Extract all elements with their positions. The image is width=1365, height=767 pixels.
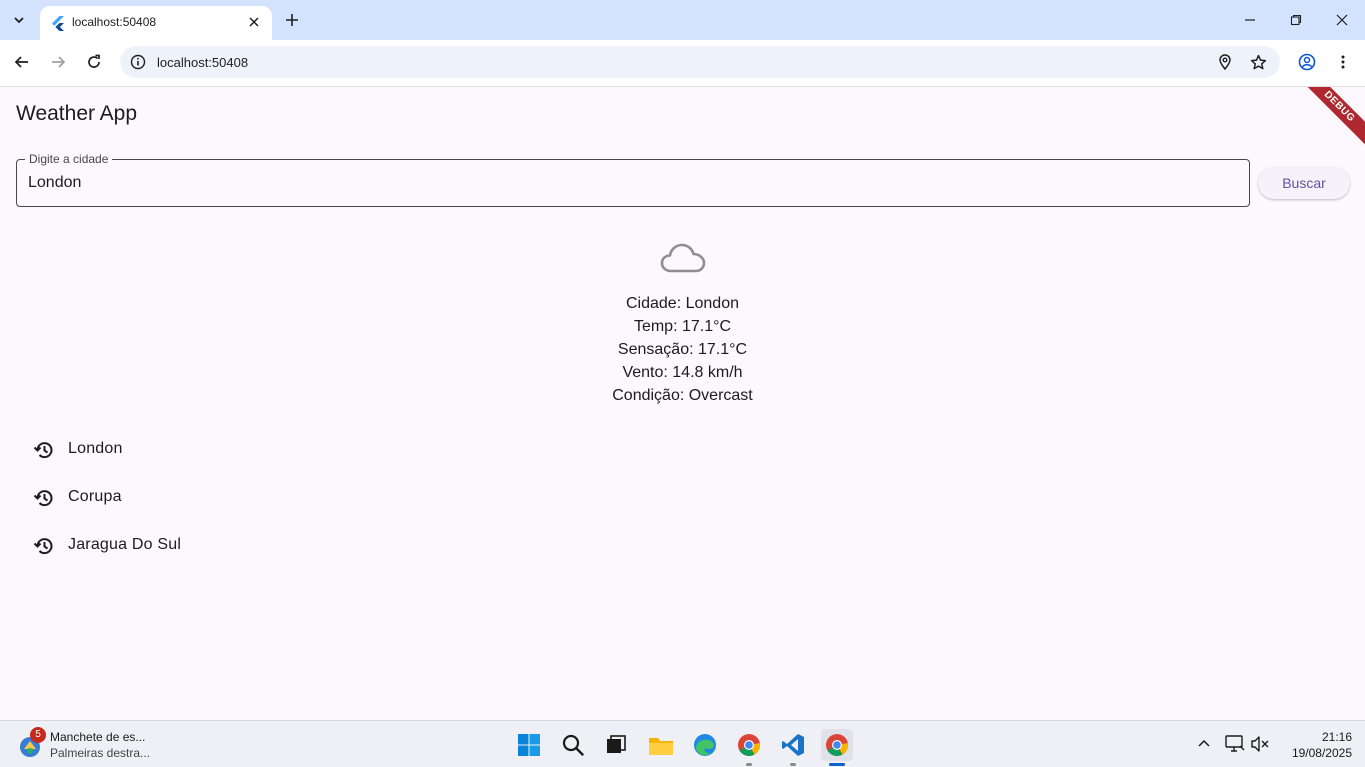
- edge-button[interactable]: [689, 729, 721, 761]
- plus-icon: [286, 14, 298, 26]
- weather-condition: Condição: Overcast: [612, 387, 753, 404]
- folder-icon: [649, 738, 673, 755]
- chrome-icon: [826, 734, 849, 756]
- search-history-list: London Corupa Jaragua Do Sul: [0, 425, 600, 569]
- city-field-label: Digite a cidade: [25, 152, 113, 166]
- minimize-icon: [1245, 19, 1255, 21]
- arrow-right-icon: [52, 56, 66, 68]
- back-button[interactable]: [8, 48, 36, 76]
- news-widget[interactable]: 5 Manchete de es... Palmeiras destra...: [16, 727, 166, 763]
- location-pin-icon: [1219, 54, 1231, 70]
- network-icon: [1225, 735, 1245, 752]
- history-icon: [33, 538, 53, 555]
- close-window-button[interactable]: [1319, 0, 1365, 40]
- weather-feels-like: Sensação: 17.1°C: [617, 341, 748, 358]
- network-button[interactable]: [1224, 733, 1246, 755]
- city-input[interactable]: [28, 172, 1228, 194]
- site-info-button[interactable]: [128, 52, 148, 72]
- vscode-button[interactable]: [777, 729, 809, 766]
- browser-tab-strip: localhost:50408: [0, 0, 1365, 40]
- browser-menu-button[interactable]: [1329, 48, 1357, 76]
- history-icon: [33, 442, 53, 459]
- forward-button[interactable]: [44, 48, 72, 76]
- history-item[interactable]: Corupa: [0, 473, 600, 521]
- weather-city: Cidade: London: [626, 295, 739, 312]
- arrow-left-icon: [14, 56, 28, 68]
- search-taskbar-button[interactable]: [557, 729, 589, 761]
- restore-icon: [1290, 14, 1302, 26]
- browser-tab[interactable]: localhost:50408: [40, 6, 272, 40]
- cloud-icon: [660, 243, 706, 273]
- running-indicator: [790, 763, 796, 766]
- bookmark-button[interactable]: [1248, 52, 1268, 72]
- task-view-icon: [607, 735, 626, 753]
- city-search-field[interactable]: Digite a cidade: [16, 152, 1250, 207]
- address-bar[interactable]: localhost:50408: [120, 46, 1280, 78]
- app-viewport: Weather App DEBUG Digite a cidade Buscar…: [0, 87, 1365, 720]
- reload-button[interactable]: [80, 48, 108, 76]
- system-clock[interactable]: 21:16 19/08/2025: [1280, 729, 1352, 761]
- reload-icon: [88, 54, 100, 68]
- running-indicator: [746, 763, 752, 766]
- history-item-label: Jaragua Do Sul: [68, 536, 182, 553]
- search-icon: [562, 734, 584, 756]
- profile-button[interactable]: [1293, 48, 1321, 76]
- url-text: localhost:50408: [157, 55, 249, 70]
- close-icon: [249, 17, 259, 27]
- more-vertical-icon: [1341, 55, 1345, 69]
- chrome-active-button[interactable]: [821, 729, 853, 766]
- tab-search-button[interactable]: [6, 7, 32, 33]
- clock-time: 21:16: [1321, 730, 1352, 744]
- volume-muted-icon: [1251, 736, 1269, 752]
- flutter-icon: [52, 16, 64, 31]
- location-button[interactable]: [1215, 52, 1235, 72]
- app-title: Weather App: [16, 102, 138, 125]
- tab-title: localhost:50408: [72, 15, 157, 29]
- weather-wind: Vento: 14.8 km/h: [622, 364, 743, 381]
- history-item-label: Corupa: [68, 488, 122, 505]
- news-badge: 5: [30, 727, 46, 743]
- star-icon: [1250, 54, 1266, 69]
- active-indicator: [829, 763, 845, 766]
- chrome-button[interactable]: [733, 729, 765, 766]
- close-icon: [1336, 14, 1348, 26]
- news-headline: Manchete de es...: [50, 730, 146, 744]
- history-item-label: London: [68, 440, 123, 457]
- new-tab-button[interactable]: [280, 8, 304, 32]
- edge-icon: [694, 734, 716, 756]
- volume-button[interactable]: [1249, 733, 1271, 755]
- info-icon: [130, 54, 146, 70]
- restore-button[interactable]: [1273, 0, 1319, 40]
- windows-icon: [518, 734, 540, 756]
- task-view-button[interactable]: [600, 729, 632, 761]
- chevron-down-icon: [14, 17, 24, 24]
- history-item[interactable]: Jaragua Do Sul: [0, 521, 600, 569]
- chrome-icon: [738, 734, 761, 756]
- weather-info: Cidade: London Temp: 17.1°C Sensação: 17…: [0, 292, 1365, 407]
- account-icon: [1298, 53, 1316, 71]
- browser-toolbar: localhost:50408: [0, 40, 1365, 87]
- vscode-icon: [782, 734, 804, 756]
- clock-date: 19/08/2025: [1291, 746, 1352, 760]
- history-item[interactable]: London: [0, 425, 600, 473]
- chevron-up-icon: [1198, 739, 1210, 747]
- history-icon: [33, 490, 53, 507]
- taskbar: 5 Manchete de es... Palmeiras destra... …: [0, 720, 1365, 767]
- debug-banner: DEBUG: [1290, 87, 1365, 156]
- minimize-button[interactable]: [1227, 0, 1273, 40]
- news-subtitle: Palmeiras destra...: [50, 746, 151, 760]
- start-button[interactable]: [513, 729, 545, 761]
- show-hidden-icons-button[interactable]: [1193, 733, 1215, 755]
- file-explorer-button[interactable]: [645, 729, 677, 761]
- search-button[interactable]: Buscar: [1258, 167, 1350, 199]
- weather-temperature: Temp: 17.1°C: [633, 318, 732, 335]
- tab-close-button[interactable]: [244, 12, 264, 32]
